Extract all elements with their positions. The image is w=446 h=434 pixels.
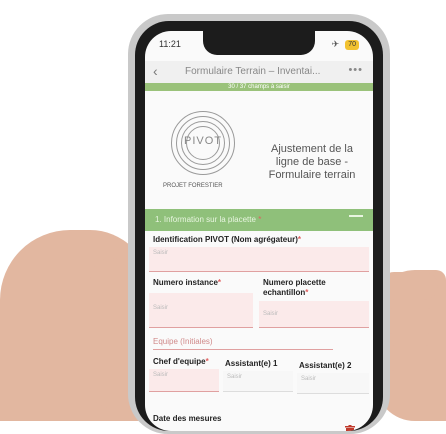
pivot-logo: PIVOT: [171, 111, 235, 175]
photo-scene: 11:21 ✈ 70 ‹ Formulaire Terrain – Invent…: [0, 0, 446, 434]
status-time: 11:21: [159, 39, 181, 49]
numero-placette-input[interactable]: Saisir: [259, 301, 369, 328]
phone-screen: 11:21 ✈ 70 ‹ Formulaire Terrain – Invent…: [145, 31, 373, 431]
right-finger-2: [382, 308, 438, 334]
progress-text: 30 / 37 champs à saisir: [228, 84, 290, 90]
chef-label: Chef d'equipe*: [153, 357, 209, 367]
chef-label-text: Chef d'equipe: [153, 357, 206, 366]
numero-placette-required-mark: *: [305, 288, 309, 297]
equipe-label: Equipe (Initiales): [153, 337, 213, 346]
right-finger-3: [384, 345, 436, 371]
numero-instance-required-mark: *: [217, 278, 222, 287]
battery-indicator: 70: [345, 39, 359, 50]
numero-instance-label-text: Numero instance: [153, 278, 218, 287]
chef-placeholder: Saisir: [153, 372, 169, 378]
section-header[interactable]: 1. Information sur la placette *: [145, 209, 373, 231]
form-title: Ajustement de la ligne de base - Formula…: [257, 143, 367, 182]
back-icon[interactable]: ‹: [153, 63, 158, 79]
assistant1-label: Assistant(e) 1: [225, 359, 278, 368]
section-label: 1. Information sur la placette: [155, 215, 256, 224]
form-header: PIVOT PROJET FORESTIER Ajustement de la …: [145, 91, 373, 211]
status-bar: 11:21 ✈ 70: [159, 39, 359, 53]
phone-frame: 11:21 ✈ 70 ‹ Formulaire Terrain – Invent…: [128, 14, 390, 434]
trash-icon[interactable]: [345, 425, 355, 431]
id-pivot-required-mark: *: [297, 235, 302, 244]
numero-instance-input[interactable]: Saisir: [149, 293, 253, 328]
assistant1-placeholder: Saisir: [227, 374, 243, 380]
status-right: ✈ 70: [332, 39, 359, 50]
logo-text: PIVOT: [183, 135, 222, 147]
assistant2-input[interactable]: Saisir: [297, 373, 369, 394]
assistant2-label: Assistant(e) 2: [299, 361, 352, 370]
section-title: 1. Information sur la placette *: [155, 215, 261, 224]
chef-required-mark: *: [205, 357, 209, 366]
section-required-mark: *: [258, 215, 262, 224]
numero-placette-placeholder: Saisir: [263, 311, 279, 317]
numero-instance-label: Numero instance*: [153, 278, 221, 288]
nav-title: Formulaire Terrain – Inventai...: [185, 66, 321, 77]
logo-subtitle: PROJET FORESTIER: [163, 183, 223, 189]
chef-input[interactable]: Saisir: [149, 369, 219, 392]
id-pivot-label-text: Identification PIVOT (Nom agrégateur): [153, 235, 298, 244]
id-pivot-label: Identification PIVOT (Nom agrégateur)*: [153, 235, 301, 245]
nav-bar: ‹ Formulaire Terrain – Inventai... •••: [145, 61, 373, 83]
left-thumb: [90, 258, 132, 408]
airplane-icon: ✈: [331, 39, 340, 49]
more-icon[interactable]: •••: [348, 64, 363, 76]
collapse-icon[interactable]: [349, 215, 363, 217]
form-title-line-1: Ajustement de la: [271, 143, 353, 155]
id-pivot-placeholder: Saisir: [153, 250, 169, 256]
progress-bar: 30 / 37 champs à saisir: [145, 83, 373, 91]
numero-instance-placeholder: Saisir: [153, 305, 169, 311]
form-title-line-2: ligne de base -: [275, 156, 349, 168]
date-label: Date des mesures: [153, 414, 222, 423]
numero-placette-label-text: Numero placette echantillon: [263, 278, 326, 297]
phone-bezel: 11:21 ✈ 70 ‹ Formulaire Terrain – Invent…: [135, 21, 383, 431]
equipe-divider: [153, 349, 333, 350]
numero-placette-label: Numero placette echantillon*: [263, 278, 363, 298]
assistant1-input[interactable]: Saisir: [223, 371, 293, 392]
id-pivot-input[interactable]: Saisir: [149, 247, 369, 272]
assistant2-placeholder: Saisir: [301, 376, 317, 382]
form-title-line-3: Formulaire terrain: [268, 169, 356, 181]
